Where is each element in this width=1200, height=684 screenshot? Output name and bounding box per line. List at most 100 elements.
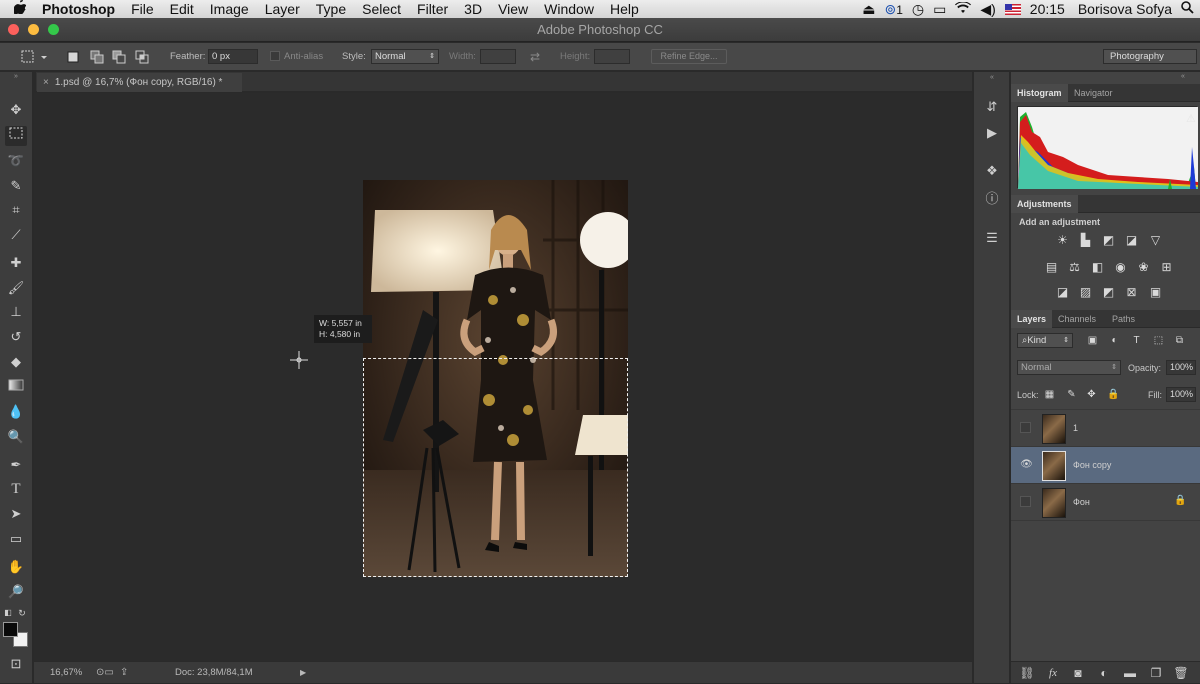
- properties-panel-icon[interactable]: ☰: [982, 229, 1002, 247]
- fill-input[interactable]: 100%: [1166, 387, 1196, 402]
- lock-transparent-icon[interactable]: ▦: [1042, 388, 1057, 401]
- layer-row-fon-copy[interactable]: 👁 Фон copy: [1011, 447, 1200, 484]
- info-panel-icon[interactable]: ⓘ: [982, 190, 1002, 208]
- dodge-tool-icon[interactable]: 🔍: [5, 427, 27, 447]
- menu-filter[interactable]: Filter: [409, 1, 456, 17]
- wifi-icon[interactable]: [955, 1, 972, 17]
- path-selection-tool-icon[interactable]: ➤: [5, 504, 27, 524]
- opacity-input[interactable]: 100%: [1166, 360, 1196, 375]
- curves-icon[interactable]: ◩: [1101, 234, 1116, 247]
- eraser-tool-icon[interactable]: ◆: [5, 352, 27, 372]
- filter-shape-icon[interactable]: ⬚: [1151, 334, 1166, 347]
- refine-edge-button[interactable]: Refine Edge...: [651, 49, 727, 64]
- tab-channels[interactable]: Channels: [1052, 310, 1102, 328]
- link-layers-icon[interactable]: ⛓: [1019, 662, 1035, 684]
- actions-panel-icon[interactable]: ▶: [982, 124, 1002, 142]
- clone-stamp-tool-icon[interactable]: ⊥: [5, 302, 27, 322]
- rectangle-tool-icon[interactable]: ▭: [5, 529, 27, 549]
- histogram-warning-icon[interactable]: ⚠: [1186, 112, 1196, 125]
- width-input[interactable]: [480, 49, 516, 64]
- new-group-icon[interactable]: ▬: [1122, 662, 1138, 684]
- color-lookup-icon[interactable]: ⊞: [1159, 261, 1174, 274]
- share-icon[interactable]: ⇪: [120, 662, 128, 684]
- menu-select[interactable]: Select: [354, 1, 409, 17]
- add-to-selection-icon[interactable]: [88, 43, 106, 71]
- layer-kind-filter[interactable]: ⌕Kind ⇕: [1017, 333, 1073, 348]
- filter-pixel-icon[interactable]: ▣: [1085, 334, 1100, 347]
- new-selection-icon[interactable]: [64, 43, 82, 71]
- collapse-panels-icon[interactable]: «: [1181, 73, 1185, 80]
- time-machine-icon[interactable]: ◷: [912, 1, 924, 18]
- creative-cloud-icon[interactable]: ⊚1: [884, 1, 902, 18]
- swap-dimensions-icon[interactable]: ⇄: [530, 43, 540, 71]
- volume-icon[interactable]: ◀): [980, 1, 995, 18]
- selective-color-icon[interactable]: ▣: [1148, 286, 1163, 299]
- menu-3d[interactable]: 3D: [456, 1, 490, 17]
- intersect-selection-icon[interactable]: [133, 43, 151, 71]
- rectangular-selection-marquee[interactable]: [363, 358, 628, 577]
- delete-layer-icon[interactable]: 🗑: [1173, 662, 1189, 684]
- move-tool-icon[interactable]: ✥: [5, 100, 27, 120]
- lasso-tool-icon[interactable]: ➰: [5, 151, 27, 171]
- pen-tool-icon[interactable]: ✒: [5, 455, 27, 475]
- clock[interactable]: 20:15: [1030, 1, 1065, 17]
- marquee-preset-icon[interactable]: [14, 43, 52, 71]
- photo-filter-icon[interactable]: ◉: [1113, 261, 1128, 274]
- foreground-color-swatch[interactable]: [3, 622, 18, 637]
- tab-layers[interactable]: Layers: [1011, 310, 1053, 328]
- add-mask-icon[interactable]: ◙: [1070, 662, 1086, 684]
- brush-presets-panel-icon[interactable]: ❖: [982, 162, 1002, 180]
- exposure-icon[interactable]: ◪: [1124, 234, 1139, 247]
- layer-name[interactable]: Фон copy: [1073, 447, 1111, 484]
- color-balance-icon[interactable]: ⚖: [1067, 261, 1082, 274]
- close-tab-icon[interactable]: ×: [43, 77, 49, 88]
- brush-tool-icon[interactable]: 🖌: [5, 278, 27, 298]
- blend-mode-select[interactable]: Normal ⇕: [1017, 360, 1121, 375]
- antialias-checkbox[interactable]: Anti-alias: [270, 43, 323, 71]
- menu-window[interactable]: Window: [536, 1, 602, 17]
- document-tab[interactable]: × 1.psd @ 16,7% (Фон copy, RGB/16) *: [37, 73, 242, 92]
- filter-adjustment-icon[interactable]: ◐: [1107, 334, 1122, 347]
- display-icon[interactable]: ▭: [933, 1, 946, 18]
- minimize-window-button[interactable]: [28, 24, 39, 35]
- black-white-icon[interactable]: ◧: [1090, 261, 1105, 274]
- menu-help[interactable]: Help: [602, 1, 647, 17]
- zoom-tool-icon[interactable]: 🔎: [5, 582, 27, 602]
- visibility-toggle[interactable]: [1020, 422, 1031, 433]
- threshold-icon[interactable]: ◩: [1101, 286, 1116, 299]
- visibility-toggle[interactable]: [1020, 496, 1031, 507]
- posterize-icon[interactable]: ▨: [1078, 286, 1093, 299]
- lock-image-icon[interactable]: ✎: [1064, 388, 1079, 401]
- status-menu-arrow-icon[interactable]: ▶: [300, 662, 306, 684]
- tab-paths[interactable]: Paths: [1106, 310, 1141, 328]
- rectangular-marquee-tool-icon[interactable]: [5, 126, 27, 146]
- healing-brush-tool-icon[interactable]: ✚: [5, 253, 27, 273]
- us-flag-icon[interactable]: [1004, 3, 1021, 15]
- eye-icon[interactable]: 👁: [1020, 458, 1033, 471]
- style-select[interactable]: Normal ⇕: [371, 49, 439, 64]
- levels-icon[interactable]: ▙: [1078, 234, 1093, 247]
- spotlight-search-icon[interactable]: [1181, 1, 1194, 17]
- workspace-switcher[interactable]: Photography: [1103, 49, 1197, 64]
- layer-name[interactable]: 1: [1073, 410, 1078, 447]
- tab-adjustments[interactable]: Adjustments: [1011, 195, 1078, 213]
- tab-navigator[interactable]: Navigator: [1068, 84, 1119, 102]
- quick-mask-icon[interactable]: ⊡: [5, 654, 27, 674]
- close-window-button[interactable]: [8, 24, 19, 35]
- lock-position-icon[interactable]: ✥: [1084, 388, 1099, 401]
- filter-smart-object-icon[interactable]: ⧉: [1172, 334, 1187, 347]
- collapse-dock-icon[interactable]: «: [982, 72, 1002, 84]
- quick-selection-tool-icon[interactable]: ✎: [5, 176, 27, 196]
- collapse-tools-icon[interactable]: »: [5, 72, 27, 82]
- height-input[interactable]: [594, 49, 630, 64]
- preview-icon[interactable]: ⊙▭: [96, 662, 114, 684]
- menu-image[interactable]: Image: [202, 1, 257, 17]
- layer-row-fon[interactable]: Фон 🔒: [1011, 484, 1200, 521]
- eyedropper-tool-icon[interactable]: ⟋: [5, 225, 27, 245]
- tab-histogram[interactable]: Histogram: [1011, 84, 1068, 102]
- lock-all-icon[interactable]: 🔒: [1106, 388, 1121, 401]
- zoom-window-button[interactable]: [48, 24, 59, 35]
- hue-saturation-icon[interactable]: ▤: [1044, 261, 1059, 274]
- channel-mixer-icon[interactable]: ❀: [1136, 261, 1151, 274]
- menu-photoshop[interactable]: Photoshop: [34, 1, 123, 17]
